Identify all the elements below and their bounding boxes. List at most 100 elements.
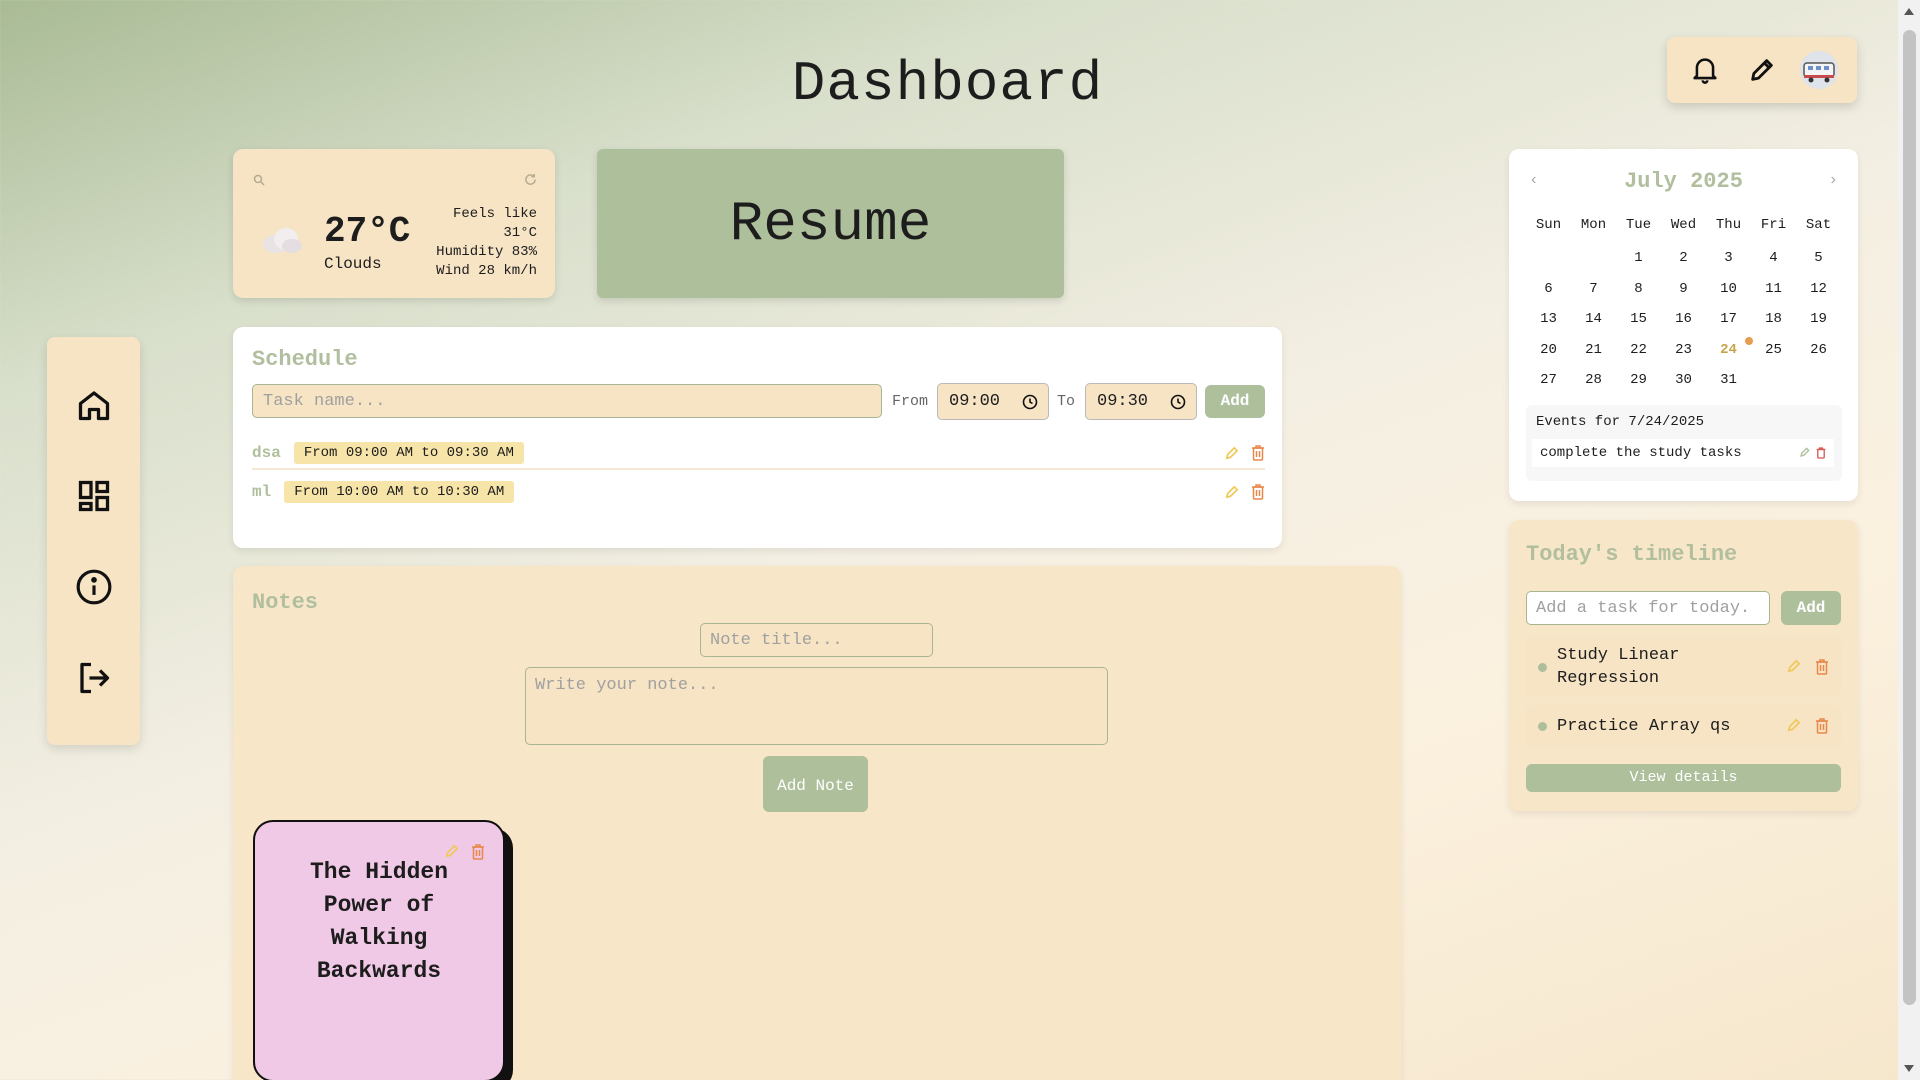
delete-icon[interactable] bbox=[1816, 447, 1826, 459]
note-card[interactable]: The Hidden Power of Walking Backwards bbox=[253, 820, 505, 1080]
avatar bbox=[1799, 51, 1838, 89]
to-time-value: 09:30 bbox=[1097, 392, 1149, 411]
bullet-dot bbox=[1538, 721, 1547, 731]
calendar-day[interactable]: 2 bbox=[1661, 243, 1706, 274]
delete-icon[interactable] bbox=[1251, 445, 1265, 461]
calendar-day[interactable]: 13 bbox=[1526, 304, 1571, 335]
calendar-day[interactable]: 26 bbox=[1796, 335, 1841, 366]
resume-button[interactable]: Resume bbox=[597, 149, 1064, 298]
dashboard-icon bbox=[78, 480, 109, 511]
notifications-button[interactable] bbox=[1685, 50, 1725, 90]
calendar-day[interactable]: 1 bbox=[1616, 243, 1661, 274]
notes-panel: Notes Add Note The Hidden Power of Walki… bbox=[233, 566, 1401, 1080]
note-card-title: The Hidden Power of Walking Backwards bbox=[309, 859, 449, 984]
sidebar-item-logout[interactable] bbox=[69, 653, 119, 703]
weekday-header: Sun bbox=[1535, 217, 1562, 233]
calendar-day[interactable]: 19 bbox=[1796, 304, 1841, 335]
calendar-day[interactable]: 4 bbox=[1751, 243, 1796, 274]
calendar-day[interactable]: 23 bbox=[1661, 335, 1706, 366]
refresh-icon[interactable] bbox=[524, 173, 537, 191]
home-icon bbox=[78, 390, 109, 420]
note-body-input[interactable] bbox=[525, 667, 1108, 745]
weekday-header: Sat bbox=[1805, 217, 1832, 233]
calendar-day-today[interactable]: 24 bbox=[1706, 335, 1753, 366]
calendar-panel: ‹ July 2025 › Sun Mon Tue Wed Thu Fri Sat 1 2 3 4 5… bbox=[1509, 149, 1858, 501]
sidebar-item-home[interactable] bbox=[69, 380, 119, 430]
edit-icon[interactable] bbox=[1224, 485, 1239, 500]
calendar-day[interactable]: 3 bbox=[1706, 243, 1751, 274]
task-name: dsa bbox=[252, 444, 281, 462]
from-label: From bbox=[892, 393, 929, 410]
sidebar-item-dashboard[interactable] bbox=[69, 471, 119, 521]
calendar-day[interactable]: 28 bbox=[1571, 365, 1616, 396]
calendar-day[interactable]: 29 bbox=[1616, 365, 1661, 396]
weather-condition: Clouds bbox=[324, 255, 382, 273]
event-item: complete the study tasks bbox=[1532, 439, 1834, 467]
calendar-day[interactable]: 30 bbox=[1661, 365, 1706, 396]
weekday-header: Thu bbox=[1715, 217, 1742, 233]
calendar-day[interactable]: 17 bbox=[1706, 304, 1751, 335]
sidebar-item-info[interactable] bbox=[69, 562, 119, 612]
calendar-day[interactable]: 22 bbox=[1616, 335, 1661, 366]
add-task-button[interactable]: Add bbox=[1205, 385, 1265, 418]
timeline-add-button[interactable]: Add bbox=[1781, 591, 1841, 625]
timeline-item-text: Study Linear Regression bbox=[1557, 646, 1680, 688]
calendar-day[interactable]: 21 bbox=[1571, 335, 1616, 366]
info-icon bbox=[76, 569, 111, 604]
calendar-day[interactable]: 7 bbox=[1571, 274, 1616, 305]
weather-card: 27°C Clouds Feels like 31°C Humidity 83%… bbox=[233, 149, 555, 298]
edit-icon[interactable] bbox=[1224, 446, 1239, 461]
calendar-day[interactable]: 10 bbox=[1706, 274, 1751, 305]
humidity: Humidity 83% bbox=[436, 244, 537, 260]
schedule-task-row: dsa From 09:00 AM to 09:30 AM bbox=[252, 438, 1265, 470]
schedule-title: Schedule bbox=[252, 347, 358, 372]
timeline-task-input[interactable] bbox=[1526, 591, 1770, 625]
events-box: Events for 7/24/2025 complete the study … bbox=[1526, 405, 1842, 481]
calendar-day[interactable]: 5 bbox=[1796, 243, 1841, 274]
calendar-day[interactable]: 20 bbox=[1526, 335, 1571, 366]
calendar-day[interactable]: 9 bbox=[1661, 274, 1706, 305]
search-icon[interactable] bbox=[253, 173, 265, 191]
calendar-day[interactable]: 18 bbox=[1751, 304, 1796, 335]
event-text: complete the study tasks bbox=[1540, 445, 1742, 461]
task-name: ml bbox=[252, 483, 272, 501]
delete-icon[interactable] bbox=[1251, 484, 1265, 500]
edit-button[interactable] bbox=[1742, 50, 1782, 90]
note-title-input[interactable] bbox=[700, 623, 933, 657]
calendar-next-button[interactable]: › bbox=[1828, 171, 1838, 189]
edit-icon[interactable] bbox=[1799, 447, 1810, 458]
calendar-day[interactable]: 12 bbox=[1796, 274, 1841, 305]
timeline-item-text: Practice Array qs bbox=[1557, 716, 1731, 736]
calendar-day[interactable]: 27 bbox=[1526, 365, 1571, 396]
calendar-day[interactable]: 11 bbox=[1751, 274, 1796, 305]
temperature: 27°C bbox=[324, 211, 411, 252]
calendar-day[interactable]: 15 bbox=[1616, 304, 1661, 335]
timeline-item: Study Linear Regression bbox=[1526, 637, 1841, 697]
edit-icon[interactable] bbox=[1786, 659, 1801, 674]
task-name-input[interactable] bbox=[252, 384, 882, 418]
calendar-empty-cell bbox=[1571, 243, 1616, 274]
timeline-title: Today's timeline bbox=[1526, 542, 1738, 567]
delete-icon[interactable] bbox=[1815, 718, 1829, 734]
add-note-button[interactable]: Add Note bbox=[763, 756, 868, 812]
scrollbar[interactable] bbox=[1898, 0, 1920, 1080]
edit-icon[interactable] bbox=[1786, 718, 1801, 733]
calendar-day[interactable]: 16 bbox=[1661, 304, 1706, 335]
delete-icon[interactable] bbox=[1815, 659, 1829, 675]
from-time-input[interactable]: 09:00 bbox=[937, 383, 1049, 420]
calendar-day[interactable]: 14 bbox=[1571, 304, 1616, 335]
clock-icon bbox=[1170, 394, 1186, 409]
calendar-day[interactable]: 25 bbox=[1751, 335, 1796, 366]
calendar-day[interactable]: 31 bbox=[1706, 365, 1751, 396]
calendar-day[interactable]: 6 bbox=[1526, 274, 1571, 305]
scrollbar-thumb[interactable] bbox=[1903, 30, 1916, 1005]
calendar-month: July 2025 bbox=[1624, 169, 1743, 194]
view-details-button[interactable]: View details bbox=[1526, 764, 1841, 792]
scroll-down-icon[interactable] bbox=[1903, 1064, 1915, 1074]
top-toolbar bbox=[1667, 37, 1857, 103]
calendar-day[interactable]: 8 bbox=[1616, 274, 1661, 305]
to-time-input[interactable]: 09:30 bbox=[1085, 383, 1197, 420]
logout-icon bbox=[79, 662, 109, 693]
profile-button[interactable] bbox=[1799, 50, 1839, 90]
scroll-up-icon[interactable] bbox=[1903, 6, 1915, 16]
